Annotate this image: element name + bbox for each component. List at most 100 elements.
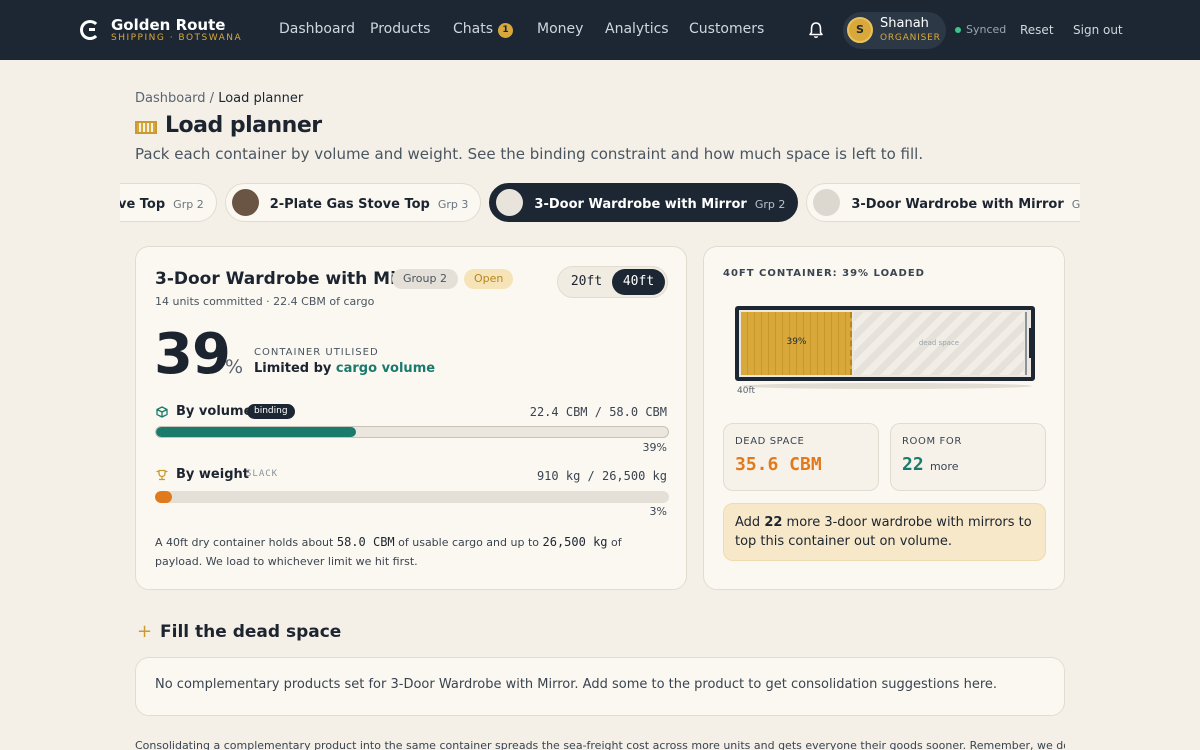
sign-out-link[interactable]: Sign out	[1073, 23, 1123, 37]
note-volume: 58.0 CBM	[336, 535, 395, 549]
group-badge: Group 2	[392, 269, 458, 289]
note-text: A 40ft dry container holds about	[155, 536, 337, 549]
nav-customers[interactable]: Customers	[689, 21, 764, 37]
user-name: Shanah	[880, 16, 929, 31]
dead-space-label: DEAD SPACE	[735, 436, 805, 447]
container-shadow	[742, 383, 1032, 389]
product-chip[interactable]: 3-Door Wardrobe with Mirror Grp 2	[489, 183, 799, 222]
top-out-tip: Add 22 more 3-door wardrobe with mirrors…	[723, 503, 1046, 561]
dead-space-value: 35.6 CBM	[735, 454, 822, 475]
container-size-label: 40ft	[737, 386, 755, 396]
nav-products[interactable]: Products	[370, 21, 430, 37]
product-chip-list: 2-Plate Gas Stove TopGrp 22-Plate Gas St…	[120, 183, 1080, 222]
room-for-stat: ROOM FOR 22 more	[890, 423, 1046, 491]
breadcrumb-current: Load planner	[218, 91, 304, 106]
product-chip-name: 2-Plate Gas Stove Top	[269, 197, 430, 212]
container-size-toggle: 20ft 40ft	[557, 266, 668, 298]
container-dead-label: dead space	[918, 339, 960, 347]
breadcrumb-separator: /	[205, 91, 219, 106]
container-dead-space: dead space	[854, 312, 1024, 375]
product-chip-group: Grp 3	[1071, 198, 1080, 211]
plus-icon: +	[137, 621, 153, 642]
utilisation-value: 39	[154, 322, 231, 387]
complementary-products-card: No complementary products set for 3-Door…	[135, 657, 1065, 716]
user-role: ORGANISER	[880, 33, 941, 43]
volume-percent: 39%	[642, 441, 667, 454]
product-chip[interactable]: 2-Plate Gas Stove Top Grp 3	[224, 183, 482, 222]
avatar: S	[847, 17, 873, 43]
limiting-factor-prefix: Limited by	[254, 361, 336, 376]
product-chip-name: 3-Door Wardrobe with Mirror	[534, 197, 747, 212]
slack-badge: SLACK	[246, 469, 279, 479]
product-chip[interactable]: 2-Plate Gas Stove Top Grp 2	[120, 183, 217, 222]
nav-analytics[interactable]: Analytics	[605, 21, 669, 37]
container-diagram: 39% dead space	[735, 306, 1035, 381]
product-chip-name: 2-Plate Gas Stove Top	[120, 197, 166, 212]
trophy-weight-icon	[156, 469, 168, 481]
chats-unread-badge: 1	[498, 23, 514, 38]
volume-label: By volume	[176, 404, 253, 419]
product-thumbnail	[231, 189, 259, 216]
weight-value: 910 kg / 26,500 kg	[536, 469, 667, 483]
weight-percent: 3%	[649, 505, 667, 518]
volume-progress-fill	[156, 427, 356, 437]
room-for-value: 22 more	[902, 454, 958, 475]
nav-money[interactable]: Money	[537, 21, 583, 37]
container-20ft-option[interactable]: 20ft	[560, 269, 613, 295]
nav-dashboard[interactable]: Dashboard	[279, 21, 355, 37]
container-title: 40FT CONTAINER: 39% LOADED	[723, 268, 925, 279]
product-selector: 2-Plate Gas Stove TopGrp 22-Plate Gas St…	[120, 183, 1080, 224]
dead-space-stat: DEAD SPACE 35.6 CBM	[723, 423, 879, 491]
container-visual-card: 40FT CONTAINER: 39% LOADED 39% dead spac…	[703, 246, 1065, 590]
capacity-note: A 40ft dry container holds about 58.0 CB…	[155, 533, 669, 571]
limiting-factor: Limited by cargo volume	[254, 361, 435, 376]
limiting-factor-value: cargo volume	[335, 361, 436, 376]
page-subtitle: Pack each container by volume and weight…	[135, 145, 924, 163]
logo-icon[interactable]	[80, 20, 100, 40]
brand-name[interactable]: Golden Route	[111, 16, 225, 34]
note-text: of usable cargo and up to	[394, 536, 543, 549]
volume-value: 22.4 CBM / 58.0 CBM	[529, 405, 667, 419]
weight-progress-bar	[155, 491, 669, 503]
nav-chats[interactable]: Chats 1	[453, 21, 514, 38]
product-chip-name: 3-Door Wardrobe with Mirror	[851, 197, 1064, 212]
reset-link[interactable]: Reset	[1020, 23, 1054, 37]
product-chip[interactable]: 3-Door Wardrobe with Mirror Grp 3	[806, 183, 1080, 222]
box-icon	[156, 406, 168, 418]
nav-chats-label: Chats	[453, 21, 494, 37]
container-door-handle	[1029, 328, 1032, 358]
note-weight: 26,500 kg	[542, 535, 608, 549]
units-committed: 14 units committed · 22.4 CBM of cargo	[155, 295, 375, 308]
top-navigation-bar: Golden Route SHIPPING · BOTSWANA Dashboa…	[0, 0, 1200, 60]
bell-icon[interactable]	[808, 21, 824, 39]
weight-progress-fill	[155, 491, 173, 503]
status-badge: Open	[464, 269, 514, 289]
product-thumbnail	[813, 189, 841, 216]
room-for-unit: more	[929, 460, 959, 473]
tip-count: 22	[764, 515, 783, 530]
container-door	[1025, 312, 1027, 375]
product-chip-group: Grp 2	[173, 198, 204, 211]
product-chip-group: Grp 2	[754, 198, 786, 211]
container-icon	[135, 121, 157, 134]
container-loaded-portion: 39%	[741, 312, 852, 375]
weight-label: By weight	[176, 467, 249, 482]
empty-state-text: No complementary products set for 3-Door…	[155, 677, 998, 692]
breadcrumb-dashboard[interactable]: Dashboard	[135, 91, 206, 106]
tip-text: Add	[735, 515, 765, 530]
sync-status-dot-icon	[955, 27, 961, 33]
user-menu[interactable]: S Shanah ORGANISER	[843, 12, 946, 49]
binding-badge: binding	[247, 404, 295, 419]
product-thumbnail	[496, 189, 524, 216]
utilisation-label: CONTAINER UTILISED	[254, 347, 379, 358]
product-chip-group: Grp 3	[437, 198, 469, 211]
utilisation-percent-sign: %	[225, 356, 244, 378]
sync-status: Synced	[966, 23, 1007, 36]
room-for-label: ROOM FOR	[902, 436, 962, 447]
fill-section-title: Fill the dead space	[160, 622, 342, 642]
breadcrumb: Dashboard / Load planner	[135, 91, 303, 106]
consolidation-note: Consolidating a complementary product in…	[135, 739, 1065, 750]
container-40ft-option[interactable]: 40ft	[612, 269, 665, 295]
container-loaded-label: 39%	[786, 337, 807, 347]
brand-tagline: SHIPPING · BOTSWANA	[111, 33, 243, 43]
